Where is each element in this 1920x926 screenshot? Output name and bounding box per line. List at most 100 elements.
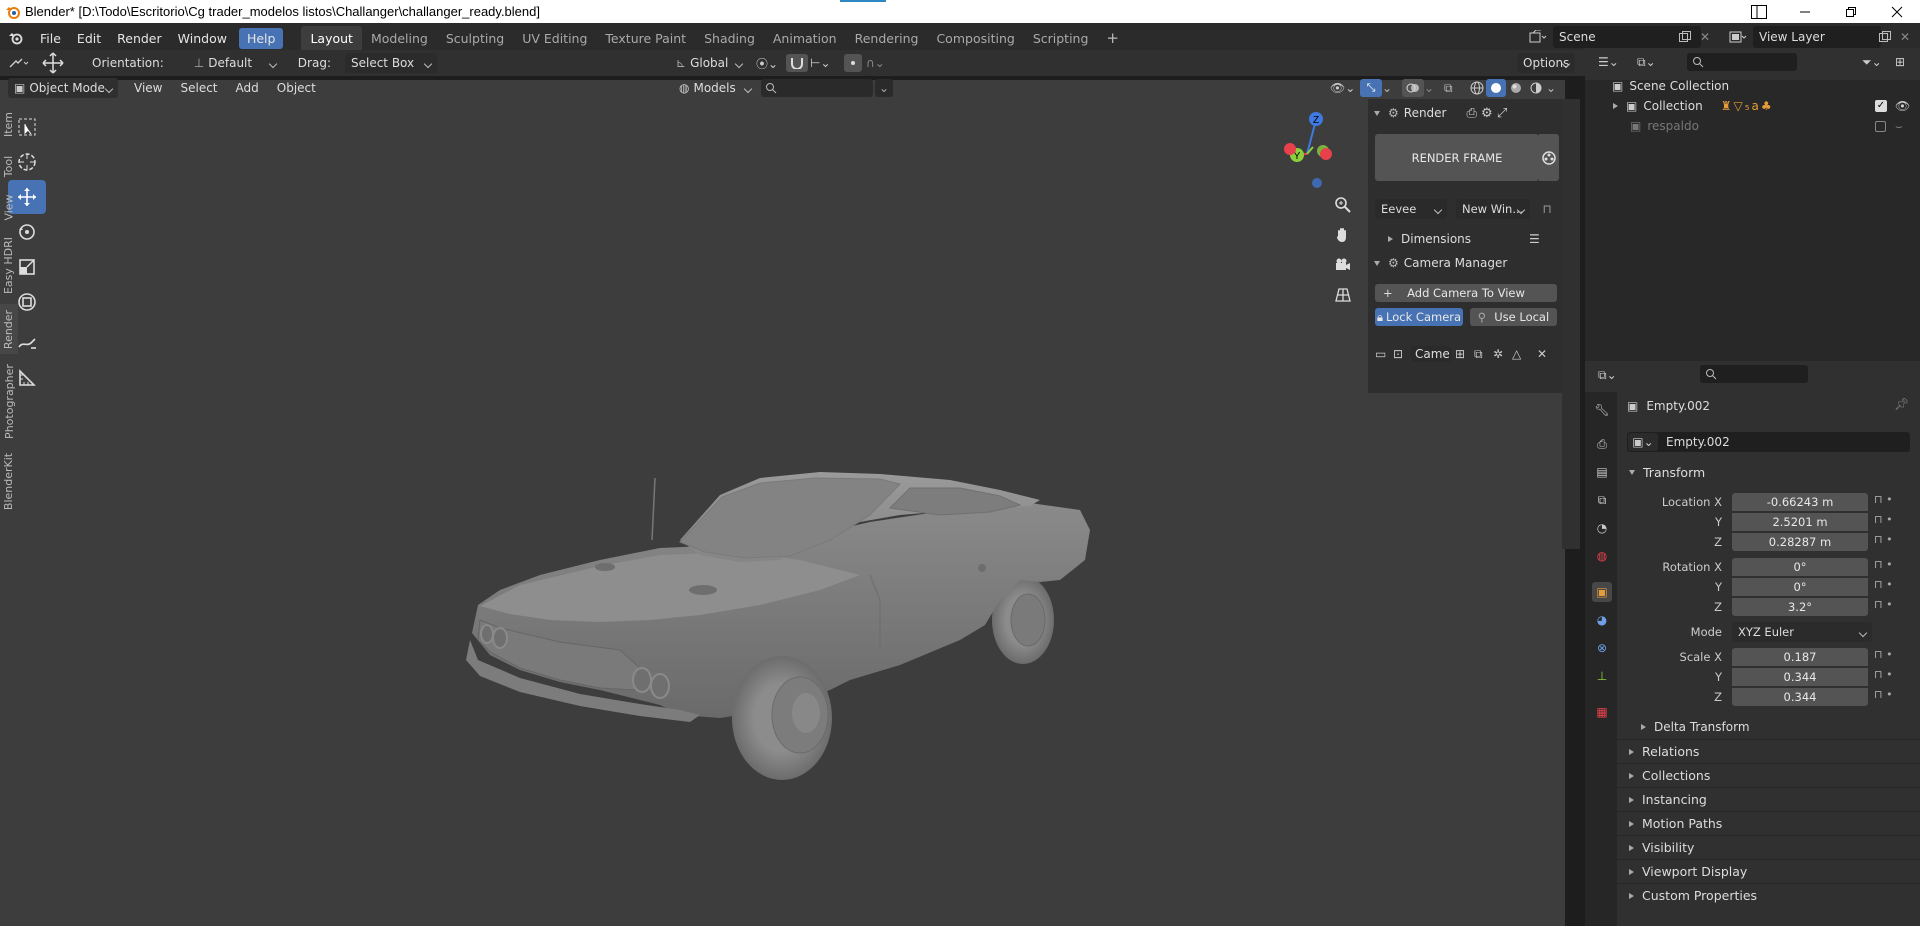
menu-render[interactable]: Render: [109, 28, 170, 49]
menu-edit[interactable]: Edit: [69, 28, 109, 49]
viewport-display-panel[interactable]: Viewport Display: [1617, 859, 1920, 883]
camera-cube-icon[interactable]: ⧉: [1474, 347, 1493, 362]
world-properties-icon[interactable]: ◍: [1592, 546, 1612, 566]
camera-manager-header[interactable]: ⚙ Camera Manager: [1374, 253, 1507, 273]
viewport-menu-select[interactable]: Select: [180, 81, 217, 95]
dimensions-list-icon[interactable]: ☰: [1529, 232, 1540, 246]
lock-scale-y-icon[interactable]: ⊓ •: [1874, 668, 1914, 688]
collection-checkbox[interactable]: ✓: [1875, 100, 1887, 112]
collection-visibility-icon[interactable]: 👁︎: [1895, 99, 1910, 113]
falloff-icon[interactable]: ∩⌄: [866, 56, 892, 70]
location-x-field[interactable]: -0.66243 m: [1732, 493, 1868, 511]
workspace-tab-shading[interactable]: Shading: [695, 26, 764, 51]
visibility-panel[interactable]: Visibility: [1617, 835, 1920, 859]
render-settings-icons[interactable]: ⎙ ⚙ ⤢: [1467, 106, 1508, 121]
datablock-browse-icon[interactable]: ▣⌄: [1628, 433, 1658, 451]
outliner-display-mode-icon[interactable]: ⧉⌄: [1637, 52, 1665, 72]
proportional-edit-icon[interactable]: [844, 54, 862, 72]
lock-rotation-y-icon[interactable]: ⊓ •: [1874, 578, 1914, 598]
asset-filter-icon[interactable]: ⌄: [875, 79, 893, 97]
blender-menu-icon[interactable]: [0, 30, 32, 46]
overlays-dropdown-icon[interactable]: ⌄: [1424, 81, 1438, 95]
rotation-y-field[interactable]: 0°: [1732, 578, 1868, 596]
lock-location-x-icon[interactable]: ⊓ •: [1874, 493, 1914, 513]
editor-type-icon[interactable]: [8, 56, 38, 70]
perspective-grid-icon[interactable]: [1329, 280, 1357, 310]
workspace-tab-animation[interactable]: Animation: [764, 26, 846, 51]
transform-panel-header[interactable]: Transform: [1617, 460, 1920, 484]
lock-scale-z-icon[interactable]: ⊓ •: [1874, 688, 1914, 708]
delta-transform-subpanel[interactable]: Delta Transform: [1641, 717, 1750, 737]
view-layer-copy-icon[interactable]: [1876, 28, 1894, 46]
output-properties-icon[interactable]: ▤: [1592, 462, 1612, 482]
camera-light-icon[interactable]: ✲: [1493, 347, 1512, 361]
sidebar-tab-view[interactable]: View: [0, 188, 18, 226]
lock-rotation-x-icon[interactable]: ⊓ •: [1874, 558, 1914, 578]
viewport-menu-add[interactable]: Add: [236, 81, 259, 95]
menu-file[interactable]: File: [32, 28, 69, 49]
render-panel-header[interactable]: ⚙ Render ⎙ ⚙ ⤢: [1374, 103, 1507, 123]
rotation-z-field[interactable]: 3.2°: [1732, 598, 1868, 616]
workspace-tab-uv-editing[interactable]: UV Editing: [513, 26, 596, 51]
pin-properties-icon[interactable]: 📌︎: [1894, 397, 1912, 415]
collections-panel[interactable]: Collections: [1617, 763, 1920, 787]
add-workspace-icon[interactable]: +: [1097, 24, 1128, 52]
render-frame-button[interactable]: RENDER FRAME: [1375, 134, 1539, 181]
gizmo-z-neg[interactable]: [1312, 178, 1322, 188]
outliner-filter-icon[interactable]: ⏷⌄: [1862, 52, 1890, 72]
viewport-menu-view[interactable]: View: [134, 81, 162, 95]
maximize-icon[interactable]: [1828, 0, 1874, 23]
properties-editor-type-icon[interactable]: ⧉⌄: [1598, 365, 1626, 385]
layout-toggle-icon[interactable]: [1736, 0, 1782, 23]
rotation-x-field[interactable]: 0°: [1732, 558, 1868, 576]
close-icon[interactable]: [1874, 0, 1920, 23]
shading-dropdown-icon[interactable]: ⌄: [1546, 81, 1560, 95]
view-layer-delete-icon[interactable]: ✕: [1896, 28, 1914, 46]
visibility-icon[interactable]: 👁︎⌄: [1330, 81, 1358, 95]
gizmo-toggle-icon[interactable]: ⤡: [1360, 79, 1382, 97]
move-tool-icon[interactable]: [38, 52, 68, 74]
drag-dropdown[interactable]: Select Box: [344, 53, 437, 73]
instancing-panel[interactable]: Instancing: [1617, 787, 1920, 811]
material-shading-icon[interactable]: [1506, 79, 1526, 97]
lock-camera-toggle[interactable]: 🔒︎ Lock Camera: [1375, 308, 1463, 326]
lock-scale-x-icon[interactable]: ⊓ •: [1874, 648, 1914, 668]
use-local-toggle[interactable]: ⚲ Use Local: [1470, 308, 1557, 326]
gizmo-dropdown-icon[interactable]: ⌄: [1382, 81, 1396, 95]
menu-help[interactable]: Help: [238, 27, 284, 49]
render-properties-icon[interactable]: ⎙: [1592, 434, 1612, 454]
pivot-point-icon[interactable]: ⦿⌄: [756, 55, 784, 72]
workspace-tab-modeling[interactable]: Modeling: [362, 26, 437, 51]
outliner-new-collection-icon[interactable]: ⊞: [1895, 52, 1915, 72]
gizmo-x-neg[interactable]: [1284, 143, 1296, 155]
scene-properties-icon[interactable]: ◔: [1592, 518, 1612, 538]
outliner-scene-collection[interactable]: ▣ Scene Collection: [1612, 76, 1729, 96]
workspace-tab-layout[interactable]: Layout: [301, 25, 362, 51]
rotation-mode-dropdown[interactable]: XYZ Euler: [1732, 622, 1872, 642]
asset-library-dropdown[interactable]: ◍ Models: [673, 78, 757, 98]
sidebar-tab-photographer[interactable]: Photographer: [0, 360, 18, 442]
zoom-icon[interactable]: [1329, 190, 1357, 220]
wireframe-shading-icon[interactable]: [1468, 79, 1486, 97]
modifier-properties-icon[interactable]: ◕: [1592, 610, 1612, 630]
outliner-editor-type-icon[interactable]: ☰⌄: [1598, 52, 1626, 72]
camera-up-icon[interactable]: △: [1512, 347, 1531, 361]
navigation-gizmo[interactable]: Z Y: [1281, 108, 1343, 192]
camera-grid-icon[interactable]: ⊞: [1455, 347, 1474, 361]
location-z-field[interactable]: 0.28287 m: [1732, 533, 1868, 551]
rendered-shading-icon[interactable]: [1526, 79, 1546, 97]
camera-view-icon[interactable]: [1329, 250, 1357, 280]
object-data-properties-icon[interactable]: ⊥: [1592, 666, 1612, 686]
outliner-item-collection[interactable]: ▣ Collection ♜▽₅a♣ ✓ 👁︎: [1613, 96, 1913, 116]
scale-z-field[interactable]: 0.344: [1732, 688, 1868, 706]
lock-location-z-icon[interactable]: ⊓ •: [1874, 533, 1914, 558]
location-y-field[interactable]: 2.5201 m: [1732, 513, 1868, 531]
motion-paths-panel[interactable]: Motion Paths: [1617, 811, 1920, 835]
solid-shading-icon[interactable]: [1486, 79, 1506, 97]
object-datablock-field[interactable]: ▣⌄ Empty.002: [1627, 432, 1910, 452]
camera-name-field[interactable]: Came: [1411, 346, 1451, 362]
camera-remove-icon[interactable]: ✕: [1537, 347, 1551, 361]
scene-delete-icon[interactable]: ✕: [1696, 28, 1714, 46]
gizmo-x-axis[interactable]: [1320, 148, 1332, 160]
snap-icon[interactable]: [786, 54, 808, 72]
